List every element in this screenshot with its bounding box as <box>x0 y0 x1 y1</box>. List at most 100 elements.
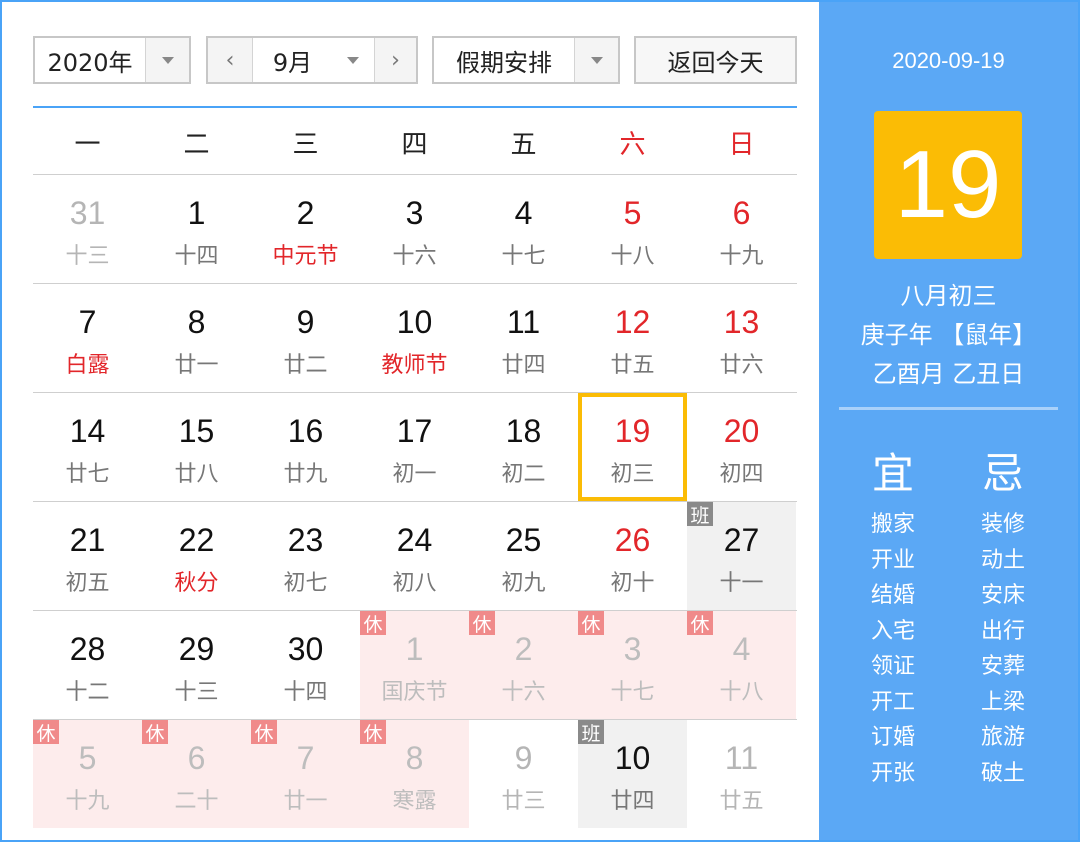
day-cell[interactable]: 休 8 寒露 <box>360 720 469 828</box>
day-cell[interactable]: 1 十四 <box>142 175 251 283</box>
day-cell[interactable]: 9 廿三 <box>469 720 578 828</box>
day-number: 3 <box>405 195 424 231</box>
year-value: 2020年 <box>47 48 133 77</box>
day-cell[interactable]: 班 10 廿四 <box>578 720 687 828</box>
year-dropdown-button[interactable] <box>145 38 189 82</box>
day-number: 15 <box>178 413 215 449</box>
day-cell[interactable]: 4 十七 <box>469 175 578 283</box>
day-cell[interactable]: 22 秋分 <box>142 502 251 610</box>
day-cell[interactable]: 7 白露 <box>33 284 142 392</box>
month-select[interactable]: ‹ 9月 › <box>206 36 418 84</box>
day-cell[interactable]: 休 7 廿一 <box>251 720 360 828</box>
lunar-day-label: 十四 <box>174 244 219 269</box>
yi-list: 搬家 开业 结婚 入宅 领证 开工 订婚 开张 <box>843 507 943 791</box>
lunar-day-label: 十三 <box>65 244 110 269</box>
day-number: 26 <box>614 522 651 558</box>
day-cell[interactable]: 9 廿二 <box>251 284 360 392</box>
lunar-day-label: 廿五 <box>610 353 655 378</box>
lunar-day-label: 十八 <box>719 680 764 705</box>
panel-divider <box>839 407 1058 410</box>
day-cell[interactable]: 29 十三 <box>142 611 251 719</box>
day-number: 4 <box>514 195 533 231</box>
day-cell[interactable]: 24 初八 <box>360 502 469 610</box>
day-number: 4 <box>732 631 751 667</box>
day-number: 29 <box>178 631 215 667</box>
day-cell[interactable]: 18 初二 <box>469 393 578 501</box>
day-cell[interactable]: 6 十九 <box>687 175 796 283</box>
yi-item: 开张 <box>870 760 915 786</box>
day-cell[interactable]: 11 廿五 <box>687 720 796 828</box>
day-cell[interactable]: 21 初五 <box>33 502 142 610</box>
next-month-button[interactable]: › <box>374 38 416 82</box>
selected-date: 2020-09-19 <box>892 48 1005 73</box>
day-cell[interactable]: 31 十三 <box>33 175 142 283</box>
day-cell[interactable]: 25 初九 <box>469 502 578 610</box>
ji-item: 旅游 <box>980 725 1025 750</box>
day-number: 6 <box>187 740 206 776</box>
day-number: 16 <box>287 413 324 449</box>
day-cell[interactable]: 14 廿七 <box>33 393 142 501</box>
day-cell[interactable]: 10 教师节 <box>360 284 469 392</box>
chevron-down-icon <box>347 56 359 64</box>
day-number: 12 <box>614 304 651 340</box>
day-cell[interactable]: 23 初七 <box>251 502 360 610</box>
day-number: 24 <box>396 522 433 558</box>
day-number: 23 <box>287 522 324 558</box>
day-cell[interactable]: 30 十四 <box>251 611 360 719</box>
day-number: 1 <box>187 195 206 231</box>
lunar-day-label: 廿一 <box>283 789 328 814</box>
weekday-label: 四 <box>401 129 428 160</box>
day-cell[interactable]: 休 5 十九 <box>33 720 142 828</box>
lunar-day-label: 初七 <box>283 571 328 596</box>
day-cell[interactable]: 8 廿一 <box>142 284 251 392</box>
day-cell[interactable]: 休 2 十六 <box>469 611 578 719</box>
chevron-right-icon: › <box>391 47 400 73</box>
day-number: 21 <box>69 522 106 558</box>
yi-item: 订婚 <box>870 725 915 750</box>
weekday-label: 二 <box>183 129 210 160</box>
day-number: 5 <box>78 740 97 776</box>
day-cell[interactable]: 20 初四 <box>687 393 796 501</box>
chevron-down-icon <box>590 56 603 64</box>
day-cell[interactable]: 17 初一 <box>360 393 469 501</box>
year-select[interactable]: 2020年 <box>33 36 191 84</box>
ji-item: 动土 <box>980 547 1025 573</box>
holiday-select[interactable]: 假期安排 <box>432 36 620 84</box>
day-number: 25 <box>505 522 542 558</box>
ji-item: 安葬 <box>980 654 1025 679</box>
day-cell-today[interactable]: 19 初三 <box>578 393 687 501</box>
lunar-day-label: 廿八 <box>174 462 219 487</box>
day-number: 18 <box>505 413 542 449</box>
holiday-dropdown-button[interactable] <box>574 38 618 82</box>
day-cell[interactable]: 班 27 十一 <box>687 502 796 610</box>
day-detail-panel: 2020-09-19 19 八月初三 庚子年 【鼠年】 乙酉月 乙丑日 宜 忌 … <box>819 2 1078 840</box>
weekday-label: 三 <box>292 129 319 160</box>
day-cell[interactable]: 休 1 国庆节 <box>360 611 469 719</box>
prev-month-button[interactable]: ‹ <box>208 38 252 82</box>
month-value: 9月 <box>252 38 332 82</box>
day-cell[interactable]: 28 十二 <box>33 611 142 719</box>
day-cell[interactable]: 12 廿五 <box>578 284 687 392</box>
ji-item: 安床 <box>980 583 1025 608</box>
day-cell[interactable]: 11 廿四 <box>469 284 578 392</box>
ji-item: 装修 <box>980 512 1025 537</box>
day-cell[interactable]: 休 6 二十 <box>142 720 251 828</box>
lunar-day-label: 十六 <box>501 680 546 705</box>
lunar-day-label: 初八 <box>392 571 437 596</box>
day-number: 11 <box>724 740 759 776</box>
day-number: 9 <box>514 740 533 776</box>
day-cell[interactable]: 3 十六 <box>360 175 469 283</box>
calendar-widget: 2020年 ‹ 9月 › 假期安排 返回今天 一二三四五六日 31 十三 1 十四 2 中… <box>0 0 1080 842</box>
back-to-today-button[interactable]: 返回今天 <box>634 36 797 84</box>
yi-heading: 宜 <box>871 449 914 498</box>
day-cell[interactable]: 16 廿九 <box>251 393 360 501</box>
day-cell[interactable]: 15 廿八 <box>142 393 251 501</box>
day-cell[interactable]: 13 廿六 <box>687 284 796 392</box>
day-cell[interactable]: 26 初十 <box>578 502 687 610</box>
day-cell[interactable]: 2 中元节 <box>251 175 360 283</box>
day-number: 8 <box>187 304 206 340</box>
month-dropdown-button[interactable] <box>332 38 374 82</box>
day-cell[interactable]: 休 3 十七 <box>578 611 687 719</box>
day-cell[interactable]: 5 十八 <box>578 175 687 283</box>
day-cell[interactable]: 休 4 十八 <box>687 611 796 719</box>
